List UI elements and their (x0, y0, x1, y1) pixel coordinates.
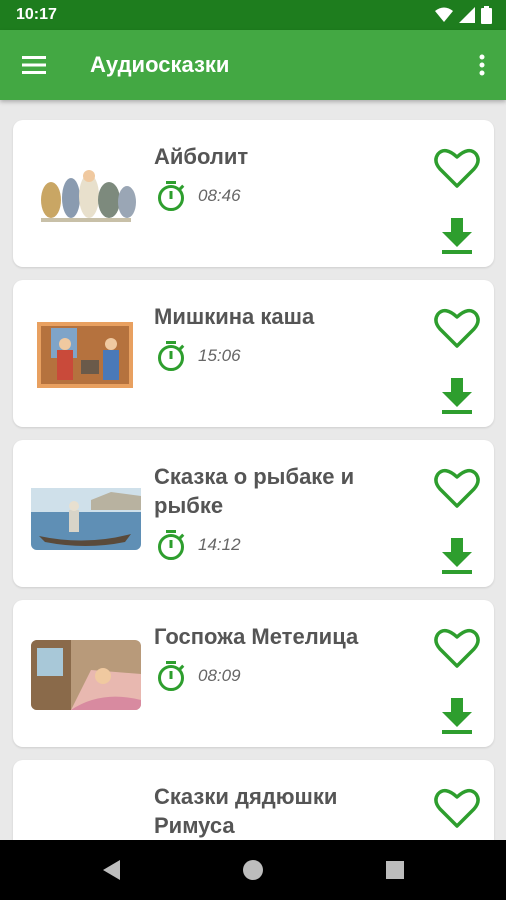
story-title: Айболит (154, 144, 249, 169)
story-duration: 14:12 (156, 529, 241, 561)
story-thumbnail (31, 160, 141, 230)
back-icon[interactable] (100, 858, 124, 882)
navigation-bar (0, 840, 506, 900)
battery-icon (481, 6, 492, 24)
stopwatch-icon (158, 661, 185, 691)
download-icon[interactable] (439, 216, 475, 256)
stopwatch-icon (158, 530, 185, 560)
home-icon[interactable] (241, 858, 265, 882)
story-list[interactable]: Айболит 08:46 Мишкина каша 15:06 Сказка … (0, 100, 506, 840)
download-icon[interactable] (439, 696, 475, 736)
favorite-heart-icon[interactable] (433, 626, 481, 670)
story-thumbnail (31, 800, 141, 840)
story-card[interactable]: Мишкина каша 15:06 (13, 280, 494, 427)
story-duration: 08:09 (156, 660, 241, 692)
duration-text: 14:12 (198, 535, 241, 554)
story-thumbnail (31, 320, 141, 390)
favorite-heart-icon[interactable] (433, 146, 481, 190)
duration-text: 08:09 (198, 666, 241, 685)
stopwatch-icon (158, 341, 185, 371)
favorite-heart-icon[interactable] (433, 306, 481, 350)
status-icons (435, 6, 492, 24)
duration-text: 15:06 (198, 346, 241, 365)
story-title: Сказки дядюшки Римуса (154, 784, 338, 838)
story-thumbnail (31, 640, 141, 710)
story-card[interactable]: Айболит 08:46 (13, 120, 494, 267)
wifi-icon (435, 7, 453, 22)
story-card[interactable]: Госпожа Метелица 08:09 (13, 600, 494, 747)
story-duration: 08:46 (156, 180, 241, 212)
status-time: 10:17 (16, 6, 57, 23)
story-title: Госпожа Метелица (154, 624, 359, 649)
hamburger-menu-icon[interactable] (20, 52, 50, 78)
stopwatch-icon (158, 181, 185, 211)
duration-text: 08:46 (198, 186, 241, 205)
favorite-heart-icon[interactable] (433, 466, 481, 510)
story-card[interactable]: Сказка о рыбаке и рыбке 14:12 (13, 440, 494, 587)
story-title: Мишкина каша (154, 304, 315, 329)
story-card[interactable]: Сказки дядюшки Римуса (13, 760, 494, 840)
app-title: Аудиосказки (90, 52, 230, 77)
story-duration: 15:06 (156, 340, 241, 372)
story-thumbnail (31, 480, 141, 550)
app-bar: Аудиосказки (0, 30, 506, 100)
recents-icon[interactable] (383, 858, 407, 882)
download-icon[interactable] (439, 536, 475, 576)
story-title: Сказка о рыбаке и рыбке (154, 464, 355, 518)
signal-icon (459, 7, 475, 23)
status-bar: 10:17 (0, 0, 506, 30)
download-icon[interactable] (439, 376, 475, 416)
favorite-heart-icon[interactable] (433, 786, 481, 830)
more-vertical-icon[interactable] (472, 52, 492, 78)
